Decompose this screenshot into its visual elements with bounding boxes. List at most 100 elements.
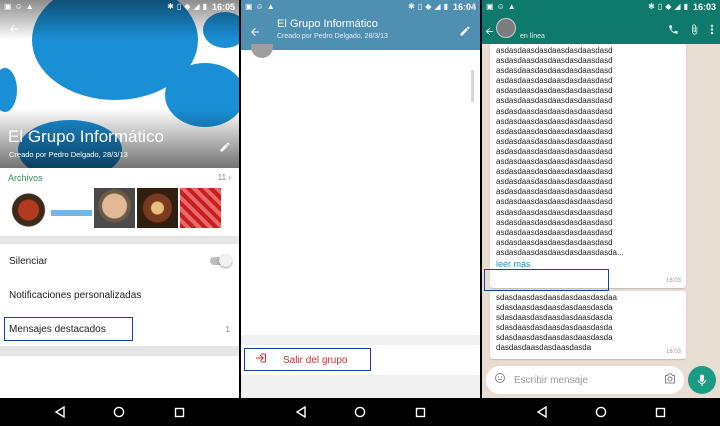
media-thumb-3[interactable] [94,188,135,228]
message-line: asdasdaasdasdaasdasdaasdasd [496,66,613,76]
vibrate-icon: ▯ [657,2,663,11]
attach-icon[interactable] [689,22,700,40]
bluetooth-icon: ✱ [408,2,415,11]
message-input[interactable]: Escribir mensaje [514,375,588,386]
message-line: asdasdaasdasdaasdasdaasdasda... [496,247,624,257]
wifi-icon: ◆ [665,2,672,11]
section-separator [0,346,239,356]
nav-home-icon[interactable] [345,398,375,426]
bluetooth-icon: ✱ [648,2,655,11]
status-time: 16:03 [692,2,716,12]
group-header-image: El Grupo Informático Creado por Pedro De… [0,0,239,168]
highlight-box-starred [4,317,133,341]
nav-recents-icon[interactable] [405,398,435,426]
notification-icon: ☺ [255,2,264,11]
nav-recents-icon[interactable] [164,398,194,426]
battery-icon: ▮ [443,2,448,11]
scrollbar[interactable] [471,70,474,102]
avatar[interactable] [251,44,273,58]
message-bubble[interactable]: sdasdaasdasdaasdasdaasdasdaa sdasdaasdasd… [490,291,686,359]
signal-icon: ◢ [434,2,441,11]
media-count-value: 11 [217,173,227,182]
starred-messages-count: 1 [225,324,230,334]
message-text: asdasdaasdasdaasdasdaasdasd asdasdaasdasd… [496,46,680,258]
notification-icon: ▲ [25,2,34,11]
message-composer[interactable]: Escribir mensaje [486,366,684,394]
camera-icon[interactable] [664,371,676,389]
nav-back-icon[interactable] [45,398,75,426]
bottom-spacer [241,375,480,398]
message-line: asdasdaasdasdaasdasdaasdasd [496,157,613,167]
message-time: 16:03 [665,348,681,355]
message-line: asdasdaasdasdaasdasdaasdasd [496,46,613,55]
custom-notifications-row[interactable]: Notificaciones personalizadas [0,278,239,312]
nav-recents-icon[interactable] [645,398,675,426]
message-line: asdasdaasdasdaasdasdaasdasd [496,126,613,136]
status-bar: ▣ ☺ ▲ ✱ ▯ ◆ ◢ ▮ 16:03 [482,0,720,14]
media-thumb-5[interactable] [180,188,221,228]
message-line: sdasdaasdasdaasdasdaasdasdaa [496,293,617,302]
status-time: 16:05 [211,2,235,12]
wifi-icon: ◆ [425,2,432,11]
message-line: asdasdaasdasdaasdasdaasdasd [496,146,613,156]
group-info-scrolled-screen: El Grupo Informático Creado por Pedro De… [241,0,480,426]
message-line: asdasdaasdasdaasdasdaasdasd [496,116,613,126]
group-info-screen: El Grupo Informático Creado por Pedro De… [0,0,239,426]
battery-icon: ▮ [202,2,207,11]
toolbar-title: El Grupo Informático [277,18,378,30]
notification-icon: ☺ [14,2,23,11]
nav-home-icon[interactable] [104,398,134,426]
mute-toggle[interactable] [210,254,232,267]
media-thumbnails [8,188,221,228]
nav-home-icon[interactable] [586,398,616,426]
nav-back-icon[interactable] [527,398,557,426]
message-line: asdasdaasdasdaasdasdaasdasd [496,227,613,237]
media-count[interactable]: 11 › [218,173,231,182]
read-more-link[interactable]: leer más [496,259,680,269]
message-line: asdasdaasdasdaasdasdaasdasd [496,106,613,116]
message-time: 16:03 [665,277,681,284]
message-line: asdasdaasdasdaasdasdaasdasd [496,76,613,86]
message-line: asdasdaasdasdaasdasdaasdasd [496,187,613,197]
message-bubble-long[interactable]: asdasdaasdasdaasdasdaasdasd asdasdaasdasd… [490,44,686,288]
edit-pencil-icon[interactable] [459,24,471,42]
message-line: asdasdaasdasdaasdasdaasdasd [496,207,613,217]
status-bar: ▣ ☺ ▲ ✱ ▯ ◆ ◢ ▮ 16:05 [0,0,239,14]
notification-icon: ▣ [4,2,12,11]
notification-icon: ▲ [507,2,516,11]
back-arrow-icon[interactable] [484,24,495,42]
edit-pencil-icon[interactable] [219,140,231,158]
nav-bar [0,398,239,426]
mute-row[interactable]: Silenciar [0,244,239,278]
message-line: asdasdaasdasdaasdasdaasdasd [496,197,613,207]
phone-icon[interactable] [668,22,679,40]
message-line: asdasdaasdasdaasdasdaasdasd [496,86,613,96]
media-section[interactable]: Archivos 11 › [0,168,239,234]
media-thumb-2[interactable] [51,188,92,228]
vibrate-icon: ▯ [176,2,182,11]
message-line: asdasdaasdasdaasdasdaasdasd [496,56,613,66]
more-options-icon[interactable] [710,22,714,40]
chat-screen: en línea asdasdaasdasdaasdasdaasdasd asda… [482,0,720,426]
media-label: Archivos [8,173,43,183]
message-line: asdasdaasdasdaasdasdaasdasd [496,217,613,227]
back-arrow-icon[interactable] [249,25,261,43]
message-line: asdasdaasdasdaasdasdaasdasd [496,96,613,106]
emoji-icon[interactable] [494,371,506,389]
toolbar-subtitle: Creado por Pedro Delgado, 28/3/13 [277,33,388,40]
section-separator [0,236,239,244]
message-line: asdasdaasdasdaasdasdaasdasd [496,136,613,146]
message-line: sdasdaasdasdaasdasdaasdasda [496,303,613,313]
microphone-button[interactable] [688,366,716,394]
media-thumb-1[interactable] [8,188,49,228]
message-line: asdasdaasdasdaasdasdaasdasd [496,167,613,177]
chat-actions [668,22,714,40]
contact-avatar[interactable] [496,18,516,38]
back-arrow-icon[interactable] [8,22,20,40]
message-line: dasdasdaasdasdaasdasda [496,343,592,353]
battery-icon: ▮ [683,2,688,11]
status-time: 16:04 [452,2,476,12]
media-thumb-4[interactable] [137,188,178,228]
nav-back-icon[interactable] [286,398,316,426]
signal-icon: ◢ [674,2,681,11]
